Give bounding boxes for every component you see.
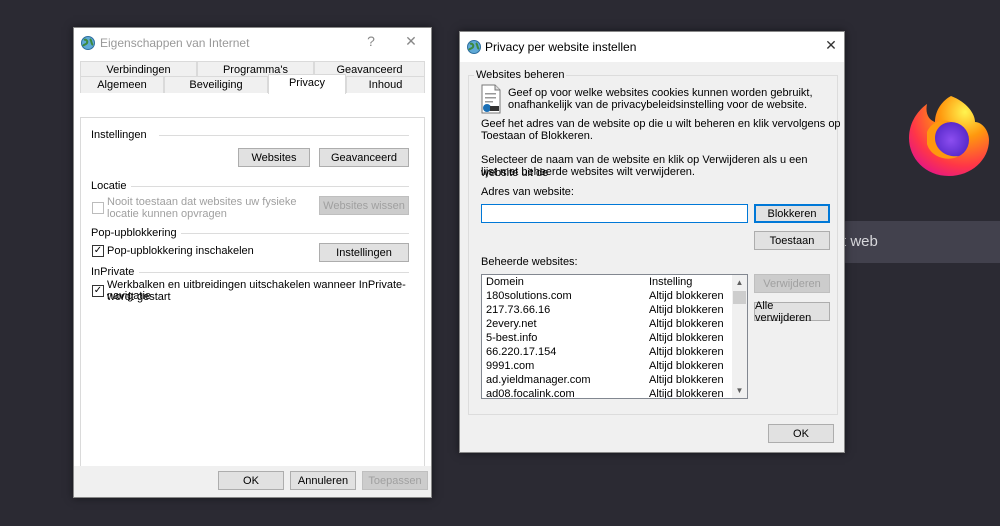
tab-inhoud[interactable]: Inhoud — [346, 76, 425, 93]
dialog-title: Privacy per website instellen — [485, 40, 637, 54]
setting-cell: Altijd blokkeren — [649, 304, 724, 316]
list-item[interactable]: 180solutions.com Altijd blokkeren — [482, 290, 732, 304]
websites-button[interactable]: Websites — [238, 148, 310, 167]
popup-blocker-checkbox[interactable]: ✓ — [92, 245, 104, 257]
dialog-footer: OK Annuleren Toepassen — [74, 466, 431, 497]
internet-globe-icon — [467, 40, 481, 54]
domain-cell: 180solutions.com — [486, 290, 572, 302]
managed-websites-label: Beheerde websites: — [481, 256, 578, 268]
setting-cell: Altijd blokkeren — [649, 332, 724, 344]
location-group-label: Locatie — [91, 180, 127, 192]
dialog-title: Eigenschappen van Internet — [100, 36, 250, 50]
title-bar: Eigenschappen van Internet ? ✕ — [74, 28, 431, 58]
ok-button[interactable]: OK — [218, 471, 284, 490]
tab-privacy[interactable]: Privacy — [268, 74, 346, 94]
inprivate-checkbox[interactable]: ✓ — [92, 285, 104, 297]
managed-websites-list[interactable]: Domein Instelling 180solutions.com Altij… — [481, 274, 748, 399]
column-header-setting[interactable]: Instelling — [649, 276, 692, 289]
title-bar: Privacy per website instellen ✕ — [460, 32, 844, 62]
divider — [139, 272, 409, 273]
close-icon[interactable]: ✕ — [401, 33, 421, 50]
domain-cell: 66.220.17.154 — [486, 346, 557, 358]
list-item[interactable]: 66.220.17.154 Altijd blokkeren — [482, 346, 732, 360]
close-icon[interactable]: ✕ — [821, 37, 841, 54]
intro-text-2: onafhankelijk van de privacybeleidsinste… — [508, 99, 808, 111]
domain-cell: 5-best.info — [486, 332, 538, 344]
location-checkbox-label: Nooit toestaan dat websites uw fysieke — [107, 196, 297, 208]
manage-websites-label: Websites beheren — [474, 69, 567, 82]
setting-cell: Altijd blokkeren — [649, 318, 724, 330]
location-checkbox[interactable] — [92, 202, 104, 214]
setting-cell: Altijd blokkeren — [649, 346, 724, 358]
remove-button[interactable]: Verwijderen — [754, 274, 830, 293]
domain-cell: 217.73.66.16 — [486, 304, 551, 316]
popup-group-label: Pop-upblokkering — [91, 227, 177, 239]
popup-blocker-label: Pop-upblokkering inschakelen — [107, 245, 254, 257]
document-cookie-icon — [481, 84, 501, 114]
instruction-text-2: Toestaan of Blokkeren. — [481, 130, 593, 142]
tab-algemeen[interactable]: Algemeen — [80, 76, 164, 93]
scroll-thumb[interactable] — [733, 291, 746, 304]
internet-globe-icon — [81, 36, 95, 50]
clear-websites-button[interactable]: Websites wissen — [319, 196, 409, 215]
scroll-down-icon[interactable]: ▼ — [732, 383, 747, 398]
list-item[interactable]: 217.73.66.16 Altijd blokkeren — [482, 304, 732, 318]
scroll-up-icon[interactable]: ▲ — [732, 275, 747, 290]
ok-button[interactable]: OK — [768, 424, 834, 443]
help-icon[interactable]: ? — [361, 33, 381, 49]
list-item[interactable]: 9991.com Altijd blokkeren — [482, 360, 732, 374]
domain-cell: ad.yieldmanager.com — [486, 374, 591, 386]
search-placeholder-text: t web — [842, 233, 878, 250]
settings-group-label: Instellingen — [91, 129, 147, 141]
list-item[interactable]: ad.yieldmanager.com Altijd blokkeren — [482, 374, 732, 388]
divider — [159, 135, 409, 136]
inprivate-group-label: InPrivate — [91, 266, 135, 278]
allow-button[interactable]: Toestaan — [754, 231, 830, 250]
inprivate-label-2: wordt gestart — [107, 291, 171, 303]
list-item[interactable]: 5-best.info Altijd blokkeren — [482, 332, 732, 346]
list-scrollbar[interactable]: ▲ ▼ — [732, 275, 747, 398]
remove-instruction-text-2: lijst met beheerde websites wilt verwijd… — [481, 166, 695, 178]
list-item[interactable]: ad08.focalink.com Altijd blokkeren — [482, 388, 732, 399]
privacy-tab-panel: Instellingen Websites Geavanceerd Locati… — [80, 117, 425, 493]
advanced-button[interactable]: Geavanceerd — [319, 148, 409, 167]
remove-all-button[interactable]: Alle verwijderen — [754, 300, 830, 324]
firefox-search-box[interactable]: t web — [842, 221, 1000, 263]
firefox-logo-icon — [909, 96, 989, 176]
list-item[interactable]: 2every.net Altijd blokkeren — [482, 318, 732, 332]
block-button[interactable]: Blokkeren — [754, 204, 830, 223]
column-header-domain[interactable]: Domein — [486, 276, 524, 289]
website-address-input[interactable] — [481, 204, 748, 223]
domain-cell: ad08.focalink.com — [486, 388, 575, 399]
apply-button[interactable]: Toepassen — [362, 471, 428, 490]
cancel-button[interactable]: Annuleren — [290, 471, 356, 490]
location-checkbox-label-2: locatie kunnen opvragen — [107, 208, 227, 220]
tab-beveiliging[interactable]: Beveiliging — [164, 76, 268, 93]
setting-cell: Altijd blokkeren — [649, 374, 724, 386]
domain-cell: 2every.net — [486, 318, 537, 330]
address-label: Adres van website: — [481, 186, 574, 198]
divider — [131, 186, 409, 187]
divider — [181, 233, 409, 234]
per-site-privacy-dialog: Privacy per website instellen ✕ Websites… — [459, 31, 845, 453]
list-header: Domein Instelling — [482, 276, 732, 290]
setting-cell: Altijd blokkeren — [649, 360, 724, 372]
setting-cell: Altijd blokkeren — [649, 388, 724, 399]
domain-cell: 9991.com — [486, 360, 535, 372]
setting-cell: Altijd blokkeren — [649, 290, 724, 302]
internet-properties-dialog: Eigenschappen van Internet ? ✕ Verbindin… — [73, 27, 432, 498]
popup-settings-button[interactable]: Instellingen — [319, 243, 409, 262]
